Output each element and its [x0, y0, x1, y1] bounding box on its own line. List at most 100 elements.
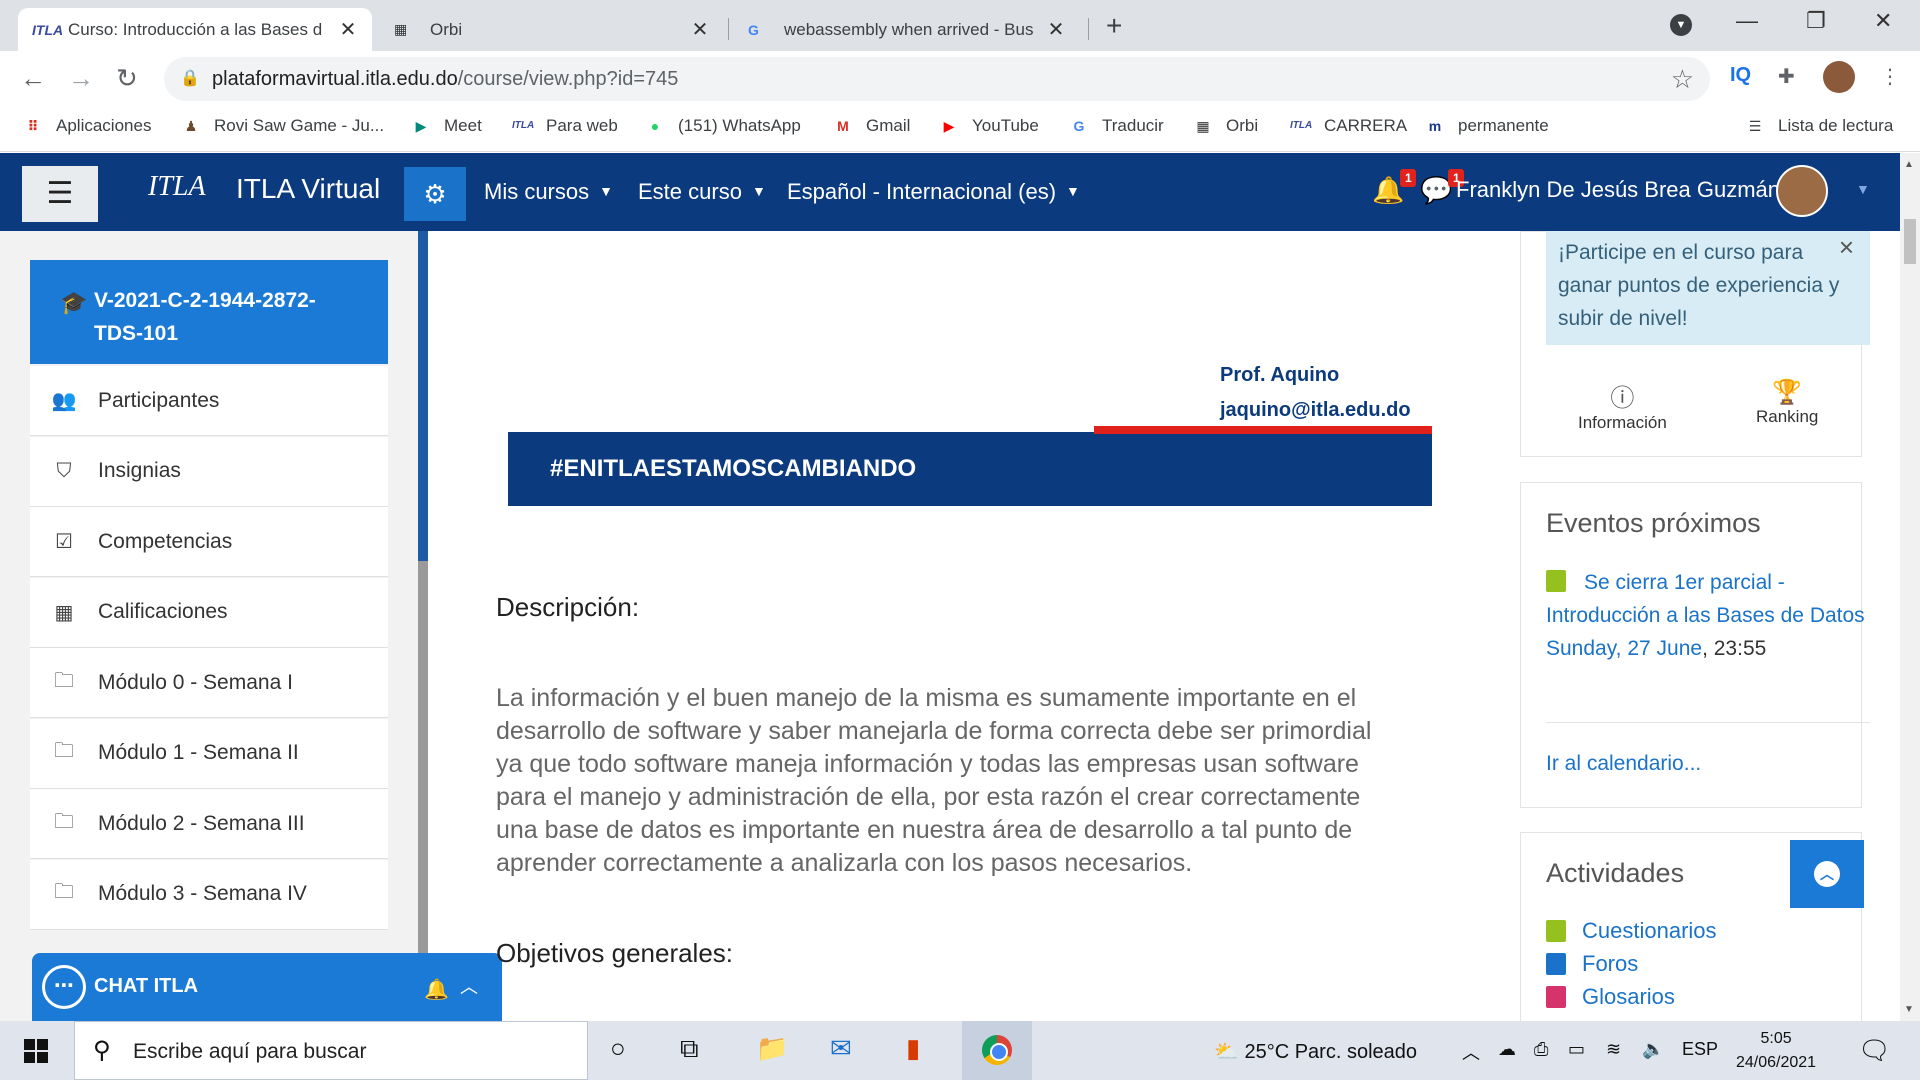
scroll-up-icon[interactable]: ▲	[1904, 159, 1914, 170]
close-icon[interactable]: ✕	[338, 17, 358, 42]
bookmark-star-icon[interactable]: ☆	[1671, 64, 1694, 95]
site-brand[interactable]: ITLA Virtual	[236, 173, 380, 205]
bookmark-2[interactable]: ▶ Meet	[410, 116, 482, 136]
chat-itla-widget[interactable]: ⋯ CHAT ITLA 🔔 ︿	[32, 953, 502, 1021]
tray-chevron-icon[interactable]: ︿	[1462, 1039, 1480, 1065]
bookmark-10[interactable]: m permanente	[1424, 116, 1549, 136]
info-link[interactable]: ⓘ Información	[1578, 378, 1667, 433]
reload-icon[interactable]: ↻	[116, 63, 138, 94]
drawer-course-node[interactable]: 🎓 V-2021-C-2-1944-2872-TDS-101	[30, 260, 388, 364]
user-avatar[interactable]	[1776, 165, 1828, 217]
url-text[interactable]: plataformavirtual.itla.edu.do/course/vie…	[212, 68, 678, 91]
drawer-scroll-thumb[interactable]	[418, 561, 428, 1021]
menu-mis-cursos[interactable]: Mis cursos ▼	[484, 179, 613, 205]
course-shortname: V-2021-C-2-1944-2872-TDS-101	[94, 289, 316, 345]
scrollbar-thumb[interactable]	[1904, 219, 1916, 264]
drawer-item[interactable]: ⛉ Insignias	[30, 436, 388, 507]
event-link[interactable]: Se cierra 1er parcial - Introducción a l…	[1546, 571, 1865, 627]
user-menu-caret-icon[interactable]: ▼	[1856, 181, 1870, 197]
bookmark-4[interactable]: ● (151) WhatsApp	[644, 116, 801, 136]
file-explorer-icon[interactable]: 📁	[756, 1033, 788, 1064]
volume-icon[interactable]: 🔈	[1642, 1039, 1664, 1060]
new-tab-button[interactable]: +	[1106, 10, 1122, 42]
back-to-top-button[interactable]: ︿	[1790, 840, 1864, 908]
bookmark-8[interactable]: ▦ Orbi	[1192, 116, 1258, 136]
forward-arrow-icon[interactable]: →	[68, 63, 94, 94]
drawer-item-label: Módulo 3 - Semana IV	[98, 882, 307, 905]
messages-chat-icon[interactable]: 💬 1	[1420, 169, 1465, 206]
tab-orbi[interactable]: ▦ Orbi ✕	[380, 8, 724, 51]
tab-course[interactable]: ITLA Curso: Introducción a las Bases d ✕	[18, 8, 372, 51]
extensions-puzzle-icon[interactable]: ✚	[1778, 64, 1795, 89]
cortana-icon[interactable]: ○	[610, 1033, 626, 1064]
user-name[interactable]: Franklyn De Jesús Brea Guzmán	[1456, 177, 1780, 203]
chrome-taskbar-button[interactable]	[962, 1021, 1032, 1080]
close-icon[interactable]: ✕	[1046, 17, 1066, 42]
drawer-item[interactable]: 🗀 Módulo 0 - Semana I	[30, 648, 388, 718]
address-bar[interactable]: 🔒 plataformavirtual.itla.edu.do/course/v…	[164, 57, 1710, 101]
drawer-item[interactable]: 👥 Participantes	[30, 366, 388, 436]
onedrive-icon[interactable]: ☁	[1498, 1039, 1516, 1060]
description-line: una base de datos es importante en nuest…	[496, 816, 1353, 844]
ranking-link[interactable]: 🏆 Ranking	[1756, 378, 1818, 427]
scroll-down-icon[interactable]: ▼	[1904, 1004, 1914, 1015]
chat-bubble-icon: ⋯	[42, 965, 86, 1009]
tab-search-icon[interactable]: ▼	[1670, 14, 1692, 36]
bookmark-6[interactable]: ▶ YouTube	[938, 116, 1039, 136]
restore-icon[interactable]: ❐	[1806, 8, 1826, 34]
menu-este-curso[interactable]: Este curso ▼	[638, 179, 766, 205]
event-date[interactable]: Sunday, 27 June	[1546, 637, 1702, 660]
drawer-item[interactable]: 🗀 Módulo 2 - Semana III	[30, 789, 388, 859]
activity-link[interactable]: Glosarios	[1546, 984, 1675, 1010]
bookmark-7[interactable]: G Traducir	[1068, 116, 1164, 136]
profile-avatar[interactable]	[1823, 61, 1855, 93]
battery-icon[interactable]: ▭	[1568, 1039, 1585, 1060]
tab-title: Curso: Introducción a las Bases d	[68, 19, 323, 39]
settings-gear-icon[interactable]: ⚙	[404, 167, 466, 221]
bookmark-1[interactable]: ♟ Rovi Saw Game - Ju...	[180, 116, 384, 136]
itla-logo[interactable]: ITLA	[148, 171, 206, 203]
reading-list[interactable]: ☰ Lista de lectura	[1744, 116, 1894, 136]
minimize-icon[interactable]: —	[1736, 8, 1758, 34]
task-view-icon[interactable]: ⧉	[680, 1033, 699, 1065]
bookmark-0[interactable]: ⠿ Aplicaciones	[22, 116, 152, 136]
back-arrow-icon[interactable]: ←	[20, 63, 46, 94]
page-scrollbar[interactable]: ▲ ▼	[1900, 153, 1920, 1021]
drawer-item[interactable]: ▦ Calificaciones	[30, 577, 388, 648]
menu-language[interactable]: Español - Internacional (es) ▼	[787, 179, 1080, 205]
windows-start-icon[interactable]	[24, 1039, 48, 1063]
system-clock[interactable]: 5:05 24/06/2021	[1736, 1027, 1816, 1075]
drawer-toggle-button[interactable]: ☰	[22, 166, 98, 222]
tab-google-search[interactable]: G webassembly when arrived - Bus ✕	[734, 8, 1080, 51]
notifications-bell-icon[interactable]: 🔔 1	[1372, 169, 1417, 206]
drawer-item[interactable]: ☑ Competencias	[30, 507, 388, 577]
iq-extension-icon[interactable]: IQ	[1730, 64, 1751, 87]
wifi-icon[interactable]: ≋	[1606, 1039, 1621, 1060]
bookmark-9[interactable]: ITLA CARRERA	[1290, 116, 1407, 136]
device-icon[interactable]: ⎙	[1534, 1039, 1548, 1060]
assignment-icon	[1546, 570, 1566, 592]
taskbar-search[interactable]: ⚲ Escribe aquí para buscar	[74, 1021, 588, 1080]
office-icon[interactable]: ▮	[906, 1033, 920, 1064]
activity-link[interactable]: Foros	[1546, 951, 1638, 977]
menu-kebab-icon[interactable]: ⋮	[1880, 64, 1900, 89]
reading-list-label: Lista de lectura	[1778, 116, 1894, 135]
event-item[interactable]: Se cierra 1er parcial - Introducción a l…	[1546, 566, 1866, 665]
close-icon[interactable]: ✕	[690, 17, 710, 42]
bookmark-3[interactable]: ITLA Para web	[512, 116, 618, 136]
drawer-item[interactable]: 🗀 Módulo 1 - Semana II	[30, 718, 388, 789]
close-icon[interactable]: ×	[1839, 231, 1854, 264]
window-close-icon[interactable]: ✕	[1874, 8, 1892, 34]
alert-text: ¡Participe en el curso para ganar puntos…	[1558, 241, 1840, 330]
action-center-icon[interactable]: 🗨	[1858, 1035, 1891, 1066]
weather-widget[interactable]: ⛅ 25°C Parc. soleado	[1214, 1039, 1417, 1064]
chat-bell-icon[interactable]: 🔔	[424, 977, 449, 1002]
chevron-up-icon[interactable]: ︿	[460, 973, 478, 999]
language-indicator[interactable]: ESP	[1682, 1039, 1718, 1060]
drawer-item[interactable]: 🗀 Módulo 3 - Semana IV	[30, 859, 388, 930]
mail-icon[interactable]: ✉	[830, 1033, 852, 1064]
weather-sun-icon: ⛅	[1214, 1041, 1245, 1063]
calendar-link[interactable]: Ir al calendario...	[1546, 752, 1701, 776]
activity-link[interactable]: Cuestionarios	[1546, 918, 1717, 944]
bookmark-5[interactable]: M Gmail	[832, 116, 910, 136]
